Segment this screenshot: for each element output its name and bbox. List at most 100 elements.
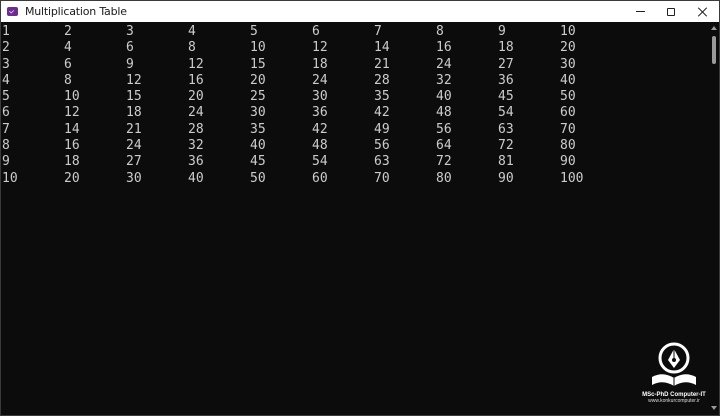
table-cell: 6 <box>2 105 10 121</box>
table-cell: 80 <box>436 170 452 186</box>
console-line: 1 2 3 4 5 6 7 8 9 10 <box>2 24 622 40</box>
table-cell: 18 <box>312 56 328 72</box>
watermark-url: www.konkurcomputer.ir <box>648 398 700 404</box>
maximize-button[interactable] <box>654 1 688 22</box>
table-cell: 70 <box>374 170 390 186</box>
table-cell: 100 <box>560 170 584 186</box>
table-cell: 45 <box>250 154 266 170</box>
table-cell: 15 <box>250 56 266 72</box>
table-cell: 54 <box>312 154 328 170</box>
table-cell: 72 <box>498 138 514 154</box>
table-cell: 21 <box>374 56 390 72</box>
console-line: 3 6 9 12 15 18 21 24 27 30 <box>2 57 622 73</box>
table-cell: 10 <box>2 170 18 186</box>
table-cell: 8 <box>64 72 72 88</box>
scroll-up-arrow-icon[interactable] <box>711 26 717 30</box>
table-cell: 20 <box>250 72 266 88</box>
table-cell: 9 <box>498 24 506 39</box>
console-line: 8 16 24 32 40 48 56 64 72 80 <box>2 138 622 154</box>
table-cell: 60 <box>312 170 328 186</box>
close-icon <box>697 7 707 17</box>
table-cell: 32 <box>436 72 452 88</box>
table-cell: 24 <box>436 56 452 72</box>
table-cell: 10 <box>64 89 80 105</box>
table-cell: 42 <box>374 105 390 121</box>
console-output[interactable]: 1 2 3 4 5 6 7 8 9 10 2 4 6 8 10 12 14 16 18 20 3 6 9 12 15 18 21 24… <box>2 22 708 415</box>
table-cell: 6 <box>312 24 320 39</box>
table-cell: 50 <box>560 89 576 105</box>
table-cell: 2 <box>64 24 72 39</box>
table-cell: 32 <box>188 138 204 154</box>
table-cell: 81 <box>498 154 514 170</box>
table-cell: 36 <box>188 154 204 170</box>
table-cell: 40 <box>560 72 576 88</box>
table-cell: 90 <box>560 154 576 170</box>
table-cell: 3 <box>2 56 10 72</box>
table-cell: 30 <box>250 105 266 121</box>
table-cell: 6 <box>126 40 134 56</box>
table-cell: 14 <box>374 40 390 56</box>
table-cell: 12 <box>188 56 204 72</box>
scroll-thumb[interactable] <box>712 36 716 64</box>
table-cell: 20 <box>64 170 80 186</box>
table-cell: 9 <box>126 56 134 72</box>
table-cell: 21 <box>126 121 142 137</box>
console-line: 6 12 18 24 30 36 42 48 54 60 <box>2 105 622 121</box>
table-cell: 64 <box>436 138 452 154</box>
table-cell: 18 <box>64 154 80 170</box>
watermark: MSc-PhD Computer-IT www.konkurcomputer.i… <box>637 341 711 411</box>
table-cell: 6 <box>64 56 72 72</box>
table-cell: 48 <box>436 105 452 121</box>
table-cell: 14 <box>64 121 80 137</box>
table-cell: 80 <box>560 138 576 154</box>
table-cell: 60 <box>560 105 576 121</box>
table-cell: 16 <box>436 40 452 56</box>
console-line: 4 8 12 16 20 24 28 32 36 40 <box>2 73 622 89</box>
table-cell: 1 <box>2 24 10 39</box>
table-cell: 10 <box>250 40 266 56</box>
table-cell: 30 <box>126 170 142 186</box>
table-cell: 28 <box>188 121 204 137</box>
table-cell: 2 <box>2 40 10 56</box>
title-bar[interactable]: Multiplication Table <box>1 1 719 22</box>
table-cell: 90 <box>498 170 514 186</box>
table-cell: 10 <box>560 24 576 39</box>
table-cell: 25 <box>250 89 266 105</box>
table-cell: 70 <box>560 121 576 137</box>
table-cell: 20 <box>560 40 576 56</box>
minimize-button[interactable] <box>623 1 657 22</box>
table-cell: 12 <box>64 105 80 121</box>
table-cell: 56 <box>436 121 452 137</box>
close-button[interactable] <box>685 1 719 22</box>
table-cell: 28 <box>374 72 390 88</box>
table-cell: 16 <box>188 72 204 88</box>
table-cell: 20 <box>188 89 204 105</box>
table-cell: 12 <box>126 72 142 88</box>
scroll-down-arrow-icon[interactable] <box>711 406 717 410</box>
window-title: Multiplication Table <box>25 5 127 18</box>
multiplication-grid: 1 2 3 4 5 6 7 8 9 10 2 4 6 8 10 12 14 16 18 20 3 6 9 12 15 18 21 24… <box>2 24 622 187</box>
table-cell: 8 <box>188 40 196 56</box>
console-line: 9 18 27 36 45 54 63 72 81 90 <box>2 154 622 170</box>
table-cell: 56 <box>374 138 390 154</box>
console-line: 2 4 6 8 10 12 14 16 18 20 <box>2 40 622 56</box>
table-cell: 8 <box>2 138 10 154</box>
table-cell: 40 <box>250 138 266 154</box>
table-cell: 72 <box>436 154 452 170</box>
table-cell: 18 <box>498 40 514 56</box>
table-cell: 3 <box>126 24 134 39</box>
table-cell: 16 <box>64 138 80 154</box>
table-cell: 36 <box>312 105 328 121</box>
table-cell: 54 <box>498 105 514 121</box>
table-cell: 40 <box>188 170 204 186</box>
table-cell: 4 <box>188 24 196 39</box>
table-cell: 45 <box>498 89 514 105</box>
table-cell: 63 <box>498 121 514 137</box>
table-cell: 9 <box>2 154 10 170</box>
table-cell: 7 <box>374 24 382 39</box>
table-cell: 49 <box>374 121 390 137</box>
console-line: 7 14 21 28 35 42 49 56 63 70 <box>2 122 622 138</box>
table-cell: 5 <box>250 24 258 39</box>
table-cell: 35 <box>374 89 390 105</box>
terminal-app-icon[interactable] <box>7 7 18 16</box>
